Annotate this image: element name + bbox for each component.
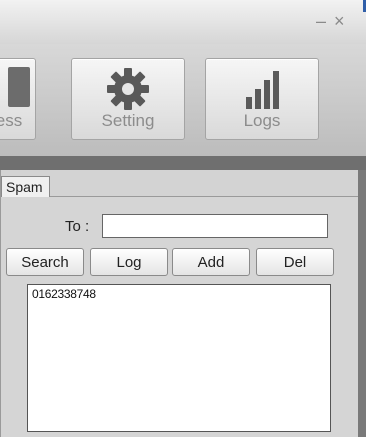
- document-icon: [8, 67, 38, 116]
- log-button[interactable]: Log: [90, 248, 168, 276]
- separator-band: [0, 156, 366, 170]
- to-label: To :: [65, 218, 90, 235]
- gear-icon: [106, 67, 150, 116]
- close-button[interactable]: ×: [334, 12, 345, 30]
- title-bar: – ×: [0, 0, 366, 45]
- tab-spam[interactable]: Spam: [1, 176, 50, 197]
- process-button[interactable]: ess: [0, 58, 36, 140]
- search-button[interactable]: Search: [6, 248, 84, 276]
- panel-edge: [358, 170, 366, 437]
- process-label: ess: [0, 111, 23, 130]
- setting-label: Setting: [101, 111, 155, 130]
- bar-chart-icon: [242, 67, 282, 116]
- tab-strip: Spam: [1, 170, 359, 197]
- logs-button[interactable]: Logs: [205, 58, 319, 140]
- content-panel: Spam To : Search Log Add Del 0162338748: [0, 170, 359, 437]
- logs-label: Logs: [243, 111, 281, 130]
- toolbar: ess Setting Logs: [0, 44, 366, 156]
- to-field[interactable]: [102, 214, 328, 238]
- app-window: – × ess Setting Logs Spam To: Search Lo…: [0, 0, 366, 437]
- list-item[interactable]: 0162338748: [28, 285, 330, 301]
- number-list[interactable]: 0162338748: [27, 284, 331, 432]
- setting-button[interactable]: Setting: [71, 58, 185, 140]
- add-button[interactable]: Add: [172, 248, 250, 276]
- minimize-button[interactable]: –: [316, 12, 326, 30]
- del-button[interactable]: Del: [256, 248, 334, 276]
